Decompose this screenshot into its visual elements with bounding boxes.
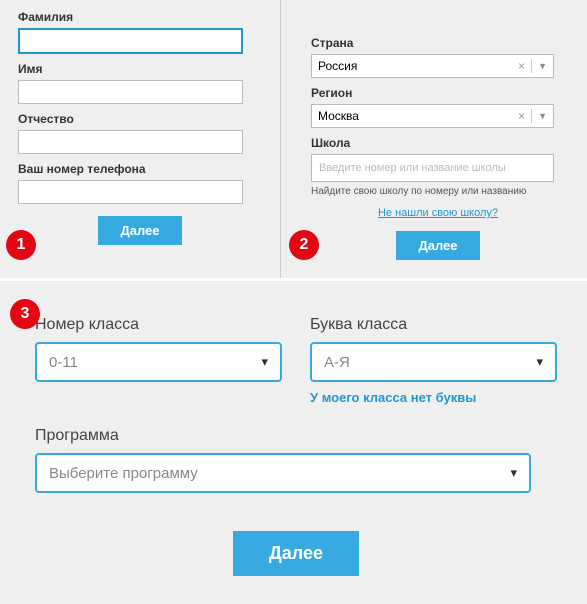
next-button-1[interactable]: Далее — [98, 216, 181, 245]
classletter-label: Буква класса — [310, 316, 557, 334]
classletter-select[interactable]: А-Я ▾ — [310, 342, 557, 382]
clear-icon[interactable]: × — [518, 109, 525, 123]
phone-input[interactable] — [18, 180, 243, 204]
next-button-2[interactable]: Далее — [396, 231, 479, 260]
next-button-3[interactable]: Далее — [233, 531, 359, 576]
country-select[interactable]: Россия × ▼ — [311, 54, 554, 78]
step-badge-3: 3 — [10, 299, 40, 329]
lastname-label: Фамилия — [18, 10, 262, 24]
patronymic-input[interactable] — [18, 130, 243, 154]
patronymic-label: Отчество — [18, 112, 262, 126]
program-select[interactable]: Выберите программу ▾ — [35, 453, 531, 493]
panel-school-info: Страна Россия × ▼ Регион Москва × ▼ Школ… — [281, 0, 587, 278]
chevron-down-icon: ▾ — [261, 354, 268, 370]
school-input[interactable]: Введите номер или название школы — [311, 154, 554, 182]
chevron-down-icon: ▾ — [510, 465, 517, 481]
chevron-down-icon: ▾ — [536, 354, 543, 370]
country-label: Страна — [311, 36, 565, 50]
step-badge-2: 2 — [289, 230, 319, 260]
chevron-down-icon: ▼ — [538, 111, 547, 121]
chevron-down-icon: ▼ — [538, 61, 547, 71]
step-badge-1: 1 — [6, 230, 36, 260]
program-label: Программа — [35, 427, 557, 445]
lastname-input[interactable] — [18, 28, 243, 54]
region-value: Москва — [318, 109, 359, 123]
school-hint: Найдите свою школу по номеру или названи… — [311, 186, 565, 197]
panel-class-info: 3 Номер класса 0-11 ▾ Буква класса А-Я ▾… — [0, 281, 587, 604]
clear-icon[interactable]: × — [518, 59, 525, 73]
panel-personal-info: Фамилия Имя Отчество Ваш номер телефона … — [0, 0, 281, 278]
no-school-link[interactable]: Не нашли свою школу? — [311, 207, 565, 219]
separator — [531, 59, 532, 73]
firstname-label: Имя — [18, 62, 262, 76]
school-placeholder: Введите номер или название школы — [319, 162, 506, 174]
phone-label: Ваш номер телефона — [18, 162, 262, 176]
program-value: Выберите программу — [49, 465, 198, 482]
classnum-select[interactable]: 0-11 ▾ — [35, 342, 282, 382]
classnum-value: 0-11 — [49, 354, 78, 371]
region-label: Регион — [311, 86, 565, 100]
country-value: Россия — [318, 59, 357, 73]
school-label: Школа — [311, 136, 565, 150]
separator — [531, 109, 532, 123]
classnum-label: Номер класса — [35, 316, 282, 334]
firstname-input[interactable] — [18, 80, 243, 104]
classletter-value: А-Я — [324, 354, 350, 371]
no-letter-link[interactable]: У моего класса нет буквы — [310, 390, 557, 405]
region-select[interactable]: Москва × ▼ — [311, 104, 554, 128]
